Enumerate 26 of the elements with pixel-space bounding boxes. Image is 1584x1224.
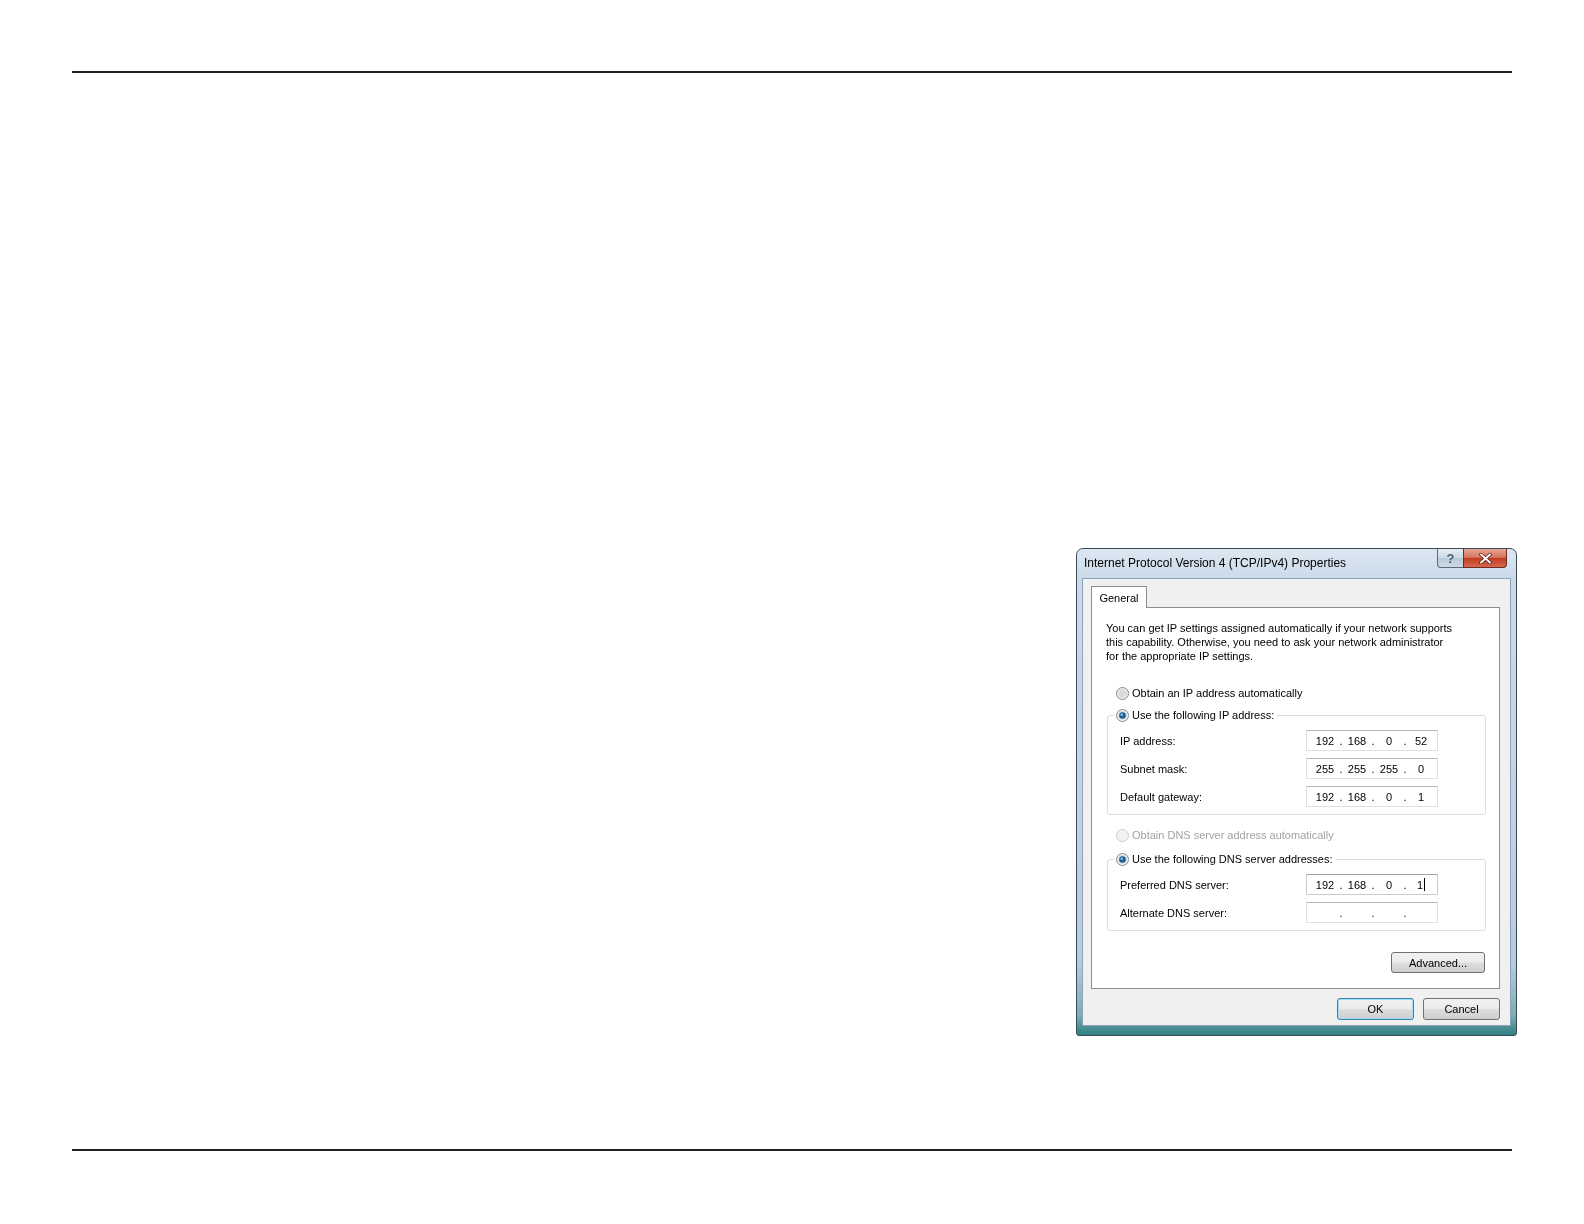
radio-label: Use the following DNS server addresses: <box>1132 852 1333 866</box>
tab[interactable]: General <box>1091 586 1147 608</box>
ip-address-field[interactable]: 255 . 255 . 255 . 0 <box>1306 758 1438 779</box>
radio-button[interactable] <box>1116 708 1129 722</box>
dialog-button[interactable]: Cancel <box>1423 998 1500 1020</box>
radio-label: Obtain DNS server address automatically <box>1132 828 1334 842</box>
close-icon <box>1478 552 1492 564</box>
ip-address-field[interactable]: 192 . 168 . 0 . 1 <box>1306 786 1438 807</box>
radio-button[interactable] <box>1116 852 1129 866</box>
window-title: Internet Protocol Version 4 (TCP/IPv4) Properties <box>1083 555 1348 570</box>
radio-button[interactable] <box>1116 686 1129 700</box>
ip-address-field[interactable]: 192 . 168 . 0 . 52 <box>1306 730 1438 751</box>
radio-label: Obtain an IP address automatically <box>1132 686 1303 700</box>
field-label: Subnet mask: <box>1120 762 1189 775</box>
field-label: Alternate DNS server: <box>1120 906 1228 919</box>
advanced-button[interactable]: Advanced... <box>1391 952 1485 973</box>
help-button[interactable]: ? <box>1437 549 1463 568</box>
field-label: Preferred DNS server: <box>1120 878 1230 891</box>
ip-address-field[interactable]: 192 . 168 . 0 . 1 <box>1306 874 1438 895</box>
description-text: You can get IP settings assigned automatically if your network supports this capability. Otherwise, you need to ask your network administrator for the appropriate IP settings. <box>1106 621 1454 663</box>
radio-label: Use the following IP address: <box>1132 708 1275 722</box>
ip-address-field[interactable]: . . . <box>1306 902 1438 923</box>
close-button[interactable] <box>1463 549 1507 568</box>
field-label: IP address: <box>1120 734 1177 747</box>
dialog-button[interactable]: OK <box>1337 998 1414 1020</box>
field-label: Default gateway: <box>1120 790 1203 803</box>
